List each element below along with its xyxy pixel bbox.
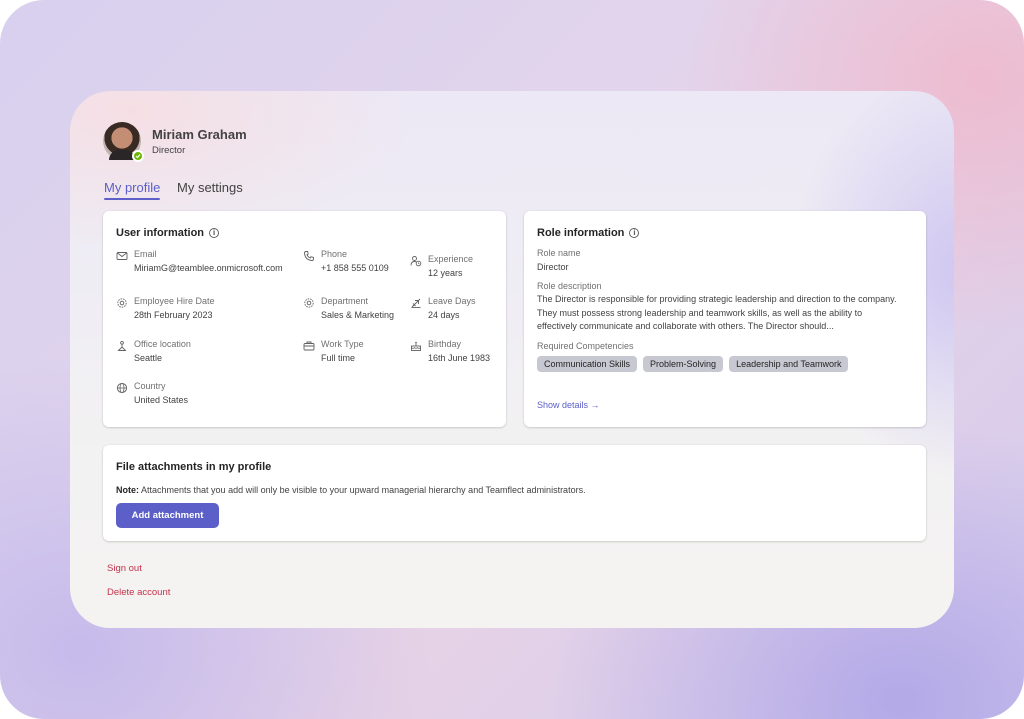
role-information-panel: Role information i Role name Director Ro… bbox=[524, 211, 926, 427]
available-status-icon bbox=[132, 150, 144, 162]
user-information-heading: User information i bbox=[116, 227, 220, 239]
field-birthday: Birthday 16th June 1983 bbox=[410, 338, 490, 364]
field-value: United States bbox=[134, 395, 189, 405]
field-department: Department Sales & Marketing bbox=[303, 295, 394, 321]
field-label: Department bbox=[321, 296, 369, 306]
show-details-link[interactable]: Show details → bbox=[537, 400, 600, 410]
file-attachments-panel: File attachments in my profile Note: Att… bbox=[103, 445, 926, 541]
field-label: Work Type bbox=[321, 339, 364, 349]
role-description-label: Role description bbox=[537, 281, 602, 291]
field-email: Email MiriamG@teamblee.onmicrosoft.com bbox=[116, 248, 283, 274]
sign-out-link[interactable]: Sign out bbox=[107, 563, 142, 574]
competency-chip: Leadership and Teamwork bbox=[729, 356, 849, 372]
note-text: Attachments that you add will only be vi… bbox=[141, 485, 586, 495]
note-label: Note: bbox=[116, 485, 139, 495]
field-value: Full time bbox=[321, 353, 356, 363]
field-value: +1 858 555 0109 bbox=[321, 263, 389, 273]
user-name: Miriam Graham bbox=[152, 127, 247, 142]
tab-my-settings[interactable]: My settings bbox=[177, 180, 243, 195]
role-information-title: Role information bbox=[537, 227, 625, 239]
field-label: Birthday bbox=[428, 339, 462, 349]
field-leave-days: Leave Days 24 days bbox=[410, 295, 476, 321]
field-label: Country bbox=[134, 381, 166, 391]
mail-icon bbox=[116, 252, 128, 260]
briefcase-icon bbox=[303, 341, 315, 351]
field-hire-date: Employee Hire Date 28th February 2023 bbox=[116, 295, 215, 321]
field-experience: Experience 12 years bbox=[410, 253, 473, 279]
gear-icon bbox=[117, 298, 127, 308]
airplane-icon bbox=[411, 298, 421, 308]
field-label: Experience bbox=[428, 254, 474, 264]
globe-icon bbox=[116, 382, 128, 394]
field-label: Office location bbox=[134, 339, 191, 349]
info-icon[interactable]: i bbox=[629, 228, 640, 238]
field-value: Seattle bbox=[134, 353, 163, 363]
person-clock-icon bbox=[410, 256, 422, 267]
role-name-label: Role name bbox=[537, 248, 581, 258]
field-office-location: Office location Seattle bbox=[116, 338, 191, 364]
add-attachment-button[interactable]: Add attachment bbox=[116, 503, 219, 528]
field-value: 12 years bbox=[428, 268, 463, 278]
role-name-value: Director bbox=[537, 262, 569, 272]
field-value: 16th June 1983 bbox=[428, 353, 491, 363]
competency-chips: Communication Skills Problem-Solving Lea… bbox=[537, 356, 849, 372]
delete-account-link[interactable]: Delete account bbox=[107, 587, 170, 598]
file-attachments-heading: File attachments in my profile bbox=[116, 461, 272, 473]
field-value: Sales & Marketing bbox=[321, 310, 395, 320]
competencies-label: Required Competencies bbox=[537, 341, 634, 351]
cake-icon bbox=[411, 341, 421, 351]
field-value: MiriamG@teamblee.onmicrosoft.com bbox=[134, 263, 283, 273]
user-information-panel: User information i Email MiriamG@teamblee… bbox=[103, 211, 506, 427]
app-background: Miriam Graham Director My profile My set… bbox=[0, 0, 1024, 719]
competency-chip: Problem-Solving bbox=[643, 356, 724, 372]
tab-my-profile[interactable]: My profile bbox=[104, 180, 161, 200]
field-phone: Phone +1 858 555 0109 bbox=[303, 248, 389, 274]
competency-chip: Communication Skills bbox=[537, 356, 638, 372]
user-information-title: User information bbox=[116, 227, 205, 239]
phone-icon bbox=[304, 251, 314, 261]
role-description: The Director is responsible for providin… bbox=[537, 294, 897, 331]
field-country: Country United States bbox=[116, 380, 188, 406]
profile-card: Miriam Graham Director My profile My set… bbox=[70, 91, 954, 628]
location-icon bbox=[117, 340, 127, 351]
info-icon[interactable]: i bbox=[209, 228, 220, 238]
field-value: 28th February 2023 bbox=[134, 310, 213, 320]
field-label: Leave Days bbox=[428, 296, 476, 306]
field-label: Phone bbox=[321, 249, 348, 259]
field-value: 24 days bbox=[428, 310, 460, 320]
gear-icon bbox=[304, 298, 314, 308]
field-work-type: Work Type Full time bbox=[303, 338, 364, 364]
attachments-note: Note: Attachments that you add will only… bbox=[116, 485, 586, 495]
role-information-heading: Role information i bbox=[537, 227, 640, 239]
user-title: Director bbox=[152, 145, 186, 156]
field-label: Employee Hire Date bbox=[134, 296, 215, 306]
field-label: Email bbox=[134, 249, 157, 259]
